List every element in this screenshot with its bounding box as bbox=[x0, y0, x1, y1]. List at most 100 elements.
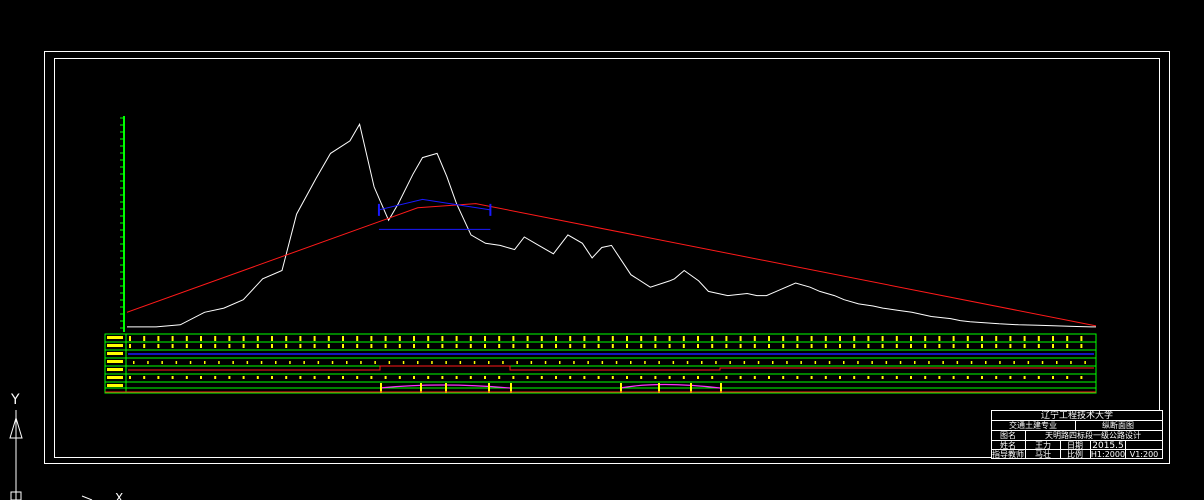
band-mark bbox=[441, 344, 444, 348]
ucs-y-label: Y bbox=[10, 392, 20, 408]
label-name: 姓名 bbox=[1000, 440, 1016, 450]
band-mark bbox=[768, 344, 770, 348]
band-mark bbox=[171, 336, 174, 341]
band-mark bbox=[668, 336, 671, 341]
profile-drawing: 辽宁工程技术大学 交通土建专业 纵断面图 图名 天明路四标段一级公路设计 姓名 … bbox=[9, 51, 1170, 500]
band-mark bbox=[768, 336, 770, 341]
band-mark bbox=[867, 376, 870, 379]
band-mark bbox=[1084, 361, 1086, 364]
band-mark bbox=[147, 361, 149, 364]
band-mark bbox=[342, 376, 344, 379]
band-mark bbox=[796, 336, 799, 341]
design-line bbox=[126, 203, 1097, 327]
band-mark bbox=[881, 376, 884, 379]
band-mark bbox=[388, 361, 391, 364]
band-mark bbox=[540, 344, 543, 348]
band-mark bbox=[942, 361, 944, 364]
band-mark bbox=[1037, 344, 1040, 348]
band-mark bbox=[995, 376, 998, 379]
band-mark bbox=[597, 376, 600, 379]
band-mark bbox=[228, 376, 231, 379]
band-mark bbox=[398, 376, 401, 379]
slope-band-line bbox=[128, 365, 1094, 371]
band-mark bbox=[488, 361, 490, 364]
band-mark bbox=[143, 336, 146, 341]
label-date: 日期 bbox=[1067, 441, 1083, 450]
band-mark bbox=[200, 336, 202, 341]
band-mark bbox=[881, 336, 884, 341]
band-mark bbox=[658, 361, 660, 364]
band-mark bbox=[654, 376, 657, 379]
band-mark bbox=[214, 336, 217, 341]
band-mark bbox=[129, 344, 131, 348]
band-mark bbox=[711, 376, 714, 379]
band-header-label bbox=[107, 376, 123, 379]
band-mark bbox=[1080, 376, 1083, 379]
band-mark bbox=[327, 336, 330, 341]
label-scale: 比例 bbox=[1067, 449, 1083, 459]
band-mark bbox=[985, 361, 987, 364]
band-mark bbox=[668, 344, 671, 348]
band-mark bbox=[697, 344, 699, 348]
band-mark bbox=[924, 344, 927, 348]
band-mark bbox=[441, 336, 444, 341]
band-mark bbox=[285, 336, 288, 341]
band-mark bbox=[630, 361, 632, 364]
band-mark bbox=[370, 376, 373, 379]
band-mark bbox=[271, 344, 273, 348]
band-mark bbox=[640, 336, 643, 341]
band-mark bbox=[143, 376, 146, 379]
band-mark bbox=[427, 336, 430, 341]
band-mark bbox=[910, 336, 912, 341]
band-mark bbox=[910, 344, 912, 348]
band-mark bbox=[871, 361, 873, 364]
band-mark bbox=[654, 336, 657, 341]
band-mark bbox=[839, 344, 841, 348]
band-mark bbox=[981, 336, 983, 341]
band-mark bbox=[512, 336, 515, 341]
band-mark bbox=[768, 376, 770, 379]
band-mark bbox=[1013, 361, 1015, 364]
band-mark bbox=[530, 361, 533, 364]
band-mark bbox=[484, 344, 486, 348]
band-mark bbox=[1009, 336, 1012, 341]
band-mark bbox=[611, 336, 614, 341]
title-university: 辽宁工程技术大学 bbox=[1041, 409, 1113, 421]
band-mark bbox=[824, 336, 827, 341]
band-mark bbox=[540, 376, 543, 379]
band-mark bbox=[867, 336, 870, 341]
band-mark bbox=[484, 376, 486, 379]
band-mark bbox=[725, 344, 728, 348]
band-mark bbox=[1037, 376, 1040, 379]
band-mark bbox=[587, 361, 589, 364]
band-mark bbox=[938, 376, 941, 379]
band-mark bbox=[299, 376, 302, 379]
band-mark bbox=[626, 376, 628, 379]
band-mark bbox=[129, 376, 131, 379]
teacher-name: 马壮 bbox=[1035, 449, 1051, 459]
band-mark bbox=[739, 344, 742, 348]
band-mark bbox=[654, 344, 657, 348]
band-mark bbox=[814, 361, 817, 364]
band-mark bbox=[285, 344, 288, 348]
band-mark bbox=[455, 376, 458, 379]
band-mark bbox=[597, 344, 600, 348]
band-mark bbox=[384, 376, 387, 379]
inner-frame bbox=[54, 58, 1160, 458]
band-mark bbox=[327, 376, 330, 379]
band-mark bbox=[739, 376, 742, 379]
band-mark bbox=[157, 344, 160, 348]
band-mark bbox=[214, 344, 217, 348]
ground-line bbox=[127, 122, 1096, 328]
band-mark bbox=[753, 344, 756, 348]
elevation-scale-axis bbox=[120, 116, 125, 332]
band-mark bbox=[573, 361, 575, 364]
band-mark bbox=[200, 344, 202, 348]
band-mark bbox=[360, 361, 362, 364]
band-mark bbox=[782, 376, 785, 379]
band-mark bbox=[555, 336, 557, 341]
band-mark bbox=[725, 336, 728, 341]
band-mark bbox=[839, 376, 841, 379]
band-mark bbox=[686, 361, 689, 364]
band-mark bbox=[1009, 376, 1012, 379]
